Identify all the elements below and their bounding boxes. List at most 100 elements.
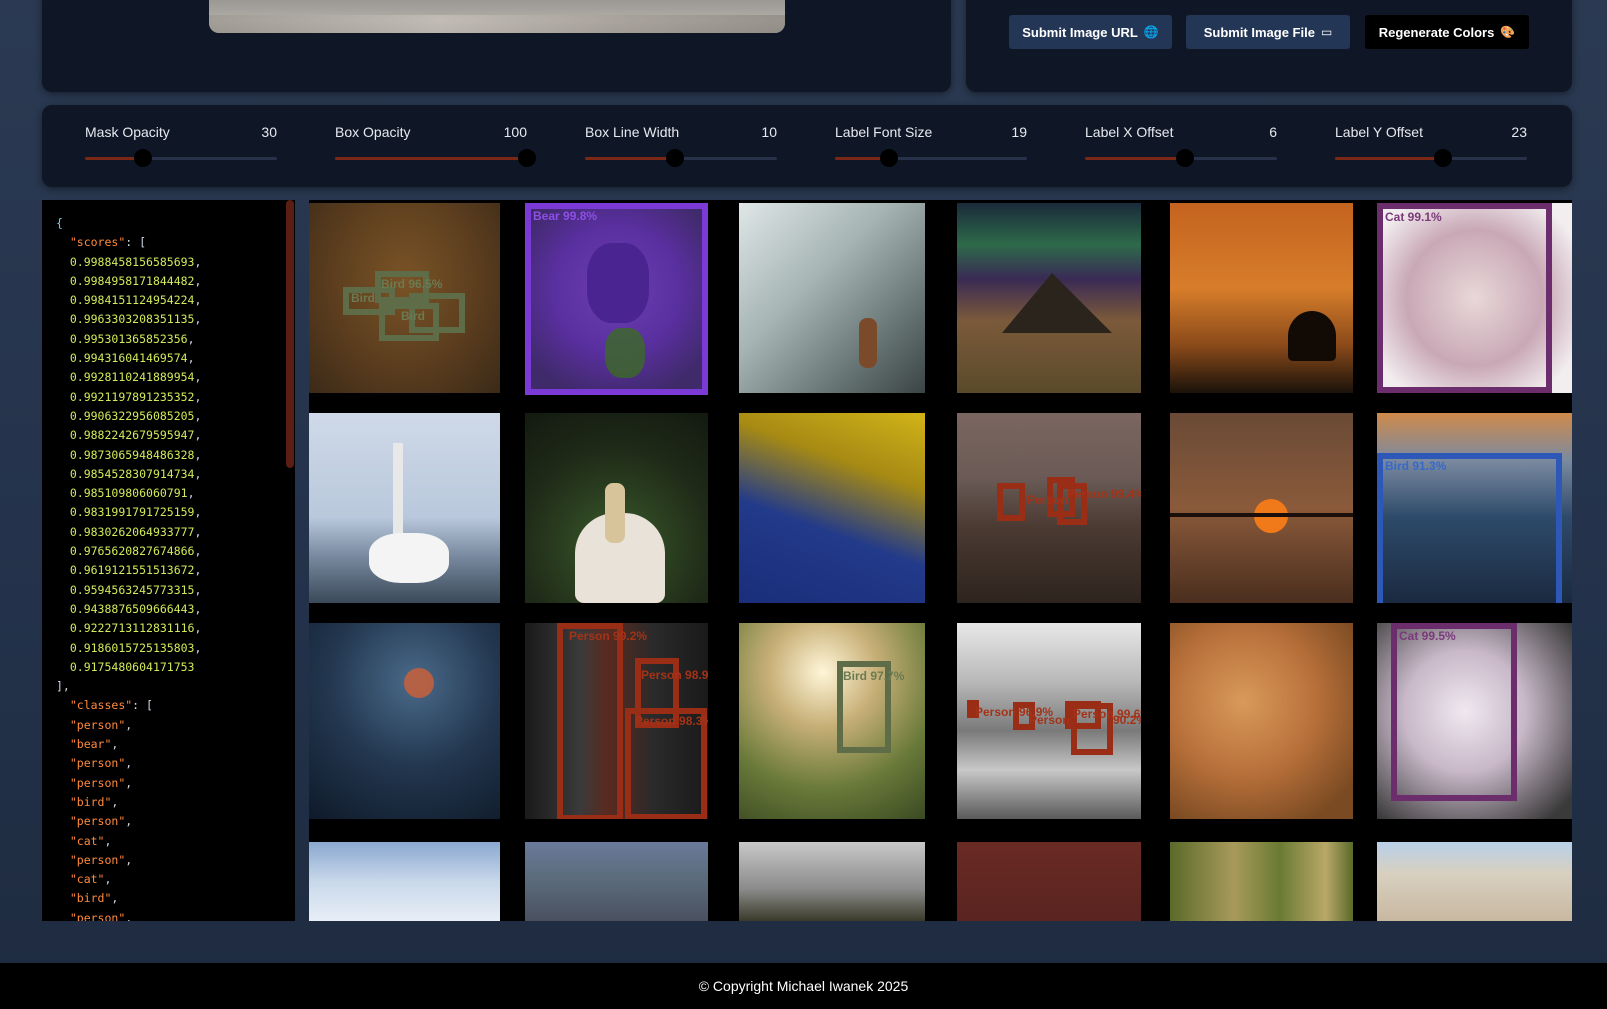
slider-value: 10: [761, 124, 777, 140]
json-scrollbar-thumb[interactable]: [286, 200, 294, 468]
gallery-image-pelican[interactable]: [525, 413, 708, 603]
gallery-image-mountain-town[interactable]: [525, 842, 708, 921]
slider-label: Label Y Offset: [1335, 124, 1423, 140]
slider-thumb[interactable]: [1175, 149, 1194, 167]
json-key: "scores": [69, 235, 126, 250]
json-score-value: 0.9928110241889954,: [69, 370, 202, 385]
json-score-value: 0.9619121551513672,: [69, 563, 202, 578]
json-class-value: "bird",: [69, 794, 119, 809]
gallery-image-bw-beach[interactable]: Person 96.9% Person Person 99.6% 90.2%: [957, 623, 1141, 819]
label-x-offset-slider[interactable]: Label X Offset 6: [1085, 105, 1277, 187]
slider-thumb[interactable]: [133, 149, 152, 167]
submit-image-url-button[interactable]: Submit Image URL 🌐: [1009, 15, 1172, 49]
json-class-value: "cat",: [69, 833, 112, 848]
gallery-image-beach-people[interactable]: Person Person 99.4%: [957, 413, 1141, 603]
mask-opacity-slider[interactable]: Mask Opacity 30: [85, 105, 277, 187]
gallery-image-animals-hill[interactable]: [739, 842, 925, 921]
json-score-value: 0.994316041469574,: [69, 351, 195, 366]
gallery-image-ice-cave[interactable]: [739, 203, 925, 393]
slider-thumb[interactable]: [1433, 149, 1452, 167]
detection-label: Bird 97.7%: [843, 669, 905, 683]
display-settings-card: Mask Opacity 30 Box Opacity 100 Box Line…: [42, 105, 1572, 187]
slider-label: Label Font Size: [835, 124, 933, 140]
detection-label: Cat 99.5%: [1399, 629, 1456, 643]
slider-track[interactable]: [335, 149, 536, 167]
json-score-value: 0.9988458156585693,: [69, 254, 202, 269]
slider-label: Mask Opacity: [85, 124, 170, 140]
detection-label: Person 99.4%: [1067, 487, 1141, 501]
gallery-image-red-lake[interactable]: [957, 842, 1141, 921]
gallery-image-rock-water[interactable]: Bird 91.3%: [1377, 413, 1572, 603]
slider-track[interactable]: [1085, 149, 1277, 167]
gallery-image-fox[interactable]: Cat 99.1%: [1377, 203, 1572, 393]
gallery-image-forest-trees[interactable]: [1170, 842, 1353, 921]
json-score-value: 0.9438876509666443,: [69, 601, 202, 616]
box-line-width-slider[interactable]: Box Line Width 10: [585, 105, 777, 187]
gallery-image-jellyfish[interactable]: [309, 623, 500, 819]
copyright-text: © Copyright Michael Iwanek 2025: [698, 978, 909, 994]
slider-thumb[interactable]: [518, 149, 536, 167]
json-score-value: 0.9830262064933777,: [69, 524, 202, 539]
json-score-value: 0.9963303208351135,: [69, 312, 202, 327]
slider-track[interactable]: [835, 149, 1027, 167]
detection-label: Bird: [401, 309, 425, 323]
gallery-image-rocket-launch[interactable]: [309, 413, 500, 603]
slider-value: 23: [1511, 124, 1527, 140]
json-score-value: 0.9984151124954224,: [69, 293, 202, 308]
gallery-image-yellow-leaves[interactable]: [739, 413, 925, 603]
slider-track[interactable]: [585, 149, 777, 167]
gallery-image-lion-sunset[interactable]: [1170, 203, 1353, 393]
detection-label: Person 99.2%: [569, 629, 648, 643]
json-score-value: 0.9222713112831116,: [69, 621, 202, 636]
slider-thumb[interactable]: [879, 149, 898, 167]
detection-gallery[interactable]: Bird Bird 96.5% Bird Bear 99.8% Cat 99.1…: [309, 200, 1572, 921]
slider-track[interactable]: [85, 149, 277, 167]
slider-label: Box Line Width: [585, 124, 680, 140]
palette-icon: 🎨: [1500, 25, 1516, 39]
gallery-image-birds-field[interactable]: Bird Bird 96.5% Bird: [309, 203, 500, 393]
submit-image-file-button[interactable]: Submit Image File ▭: [1186, 15, 1350, 49]
json-score-value: 0.9854528307914734,: [69, 466, 202, 481]
json-class-value: "person",: [69, 775, 133, 790]
detection-label: Person: [1027, 493, 1068, 507]
json-score-value: 0.9984958171844482,: [69, 273, 202, 288]
json-content: { "scores": [ 0.9988458156585693, 0.9984…: [56, 214, 276, 921]
detection-label: Person: [1029, 713, 1070, 727]
slider-track[interactable]: [1335, 149, 1527, 167]
label-font-size-slider[interactable]: Label Font Size 19: [835, 105, 1027, 187]
gallery-image-bear[interactable]: Bear 99.8%: [525, 203, 708, 395]
json-score-value: 0.9175480604171753: [69, 659, 195, 674]
gallery-image-bridge-sunset[interactable]: [1170, 413, 1353, 603]
json-close-bracket: ],: [56, 679, 70, 694]
detection-label: Bird 96.5%: [381, 277, 443, 291]
gallery-image-women-robes[interactable]: Person 99.2% Person 98.9% Person 98.3%: [525, 623, 708, 819]
gallery-image-clouds-sky[interactable]: [309, 842, 500, 921]
gallery-image-sun-plant[interactable]: Bird 97.7%: [739, 623, 925, 819]
box-opacity-slider[interactable]: Box Opacity 100: [335, 105, 536, 187]
gallery-image-sand-dunes[interactable]: [1377, 842, 1572, 921]
detection-label: Bird: [351, 291, 375, 305]
label-y-offset-slider[interactable]: Label Y Offset 23: [1335, 105, 1527, 187]
image-preview-card: [42, 0, 951, 92]
json-score-value: 0.9921197891235352,: [69, 389, 202, 404]
detection-label: 90.2%: [1113, 713, 1141, 727]
json-score-value: 0.9831991791725159,: [69, 505, 202, 520]
json-scores-list: 0.9988458156585693, 0.9984958171844482, …: [56, 253, 276, 678]
gallery-image-aurora-mountain[interactable]: [957, 203, 1141, 393]
gallery-image-cat[interactable]: Cat 99.5%: [1377, 623, 1572, 819]
json-class-value: "person",: [69, 852, 133, 867]
json-score-value: 0.9594563245773315,: [69, 582, 202, 597]
json-classes-line: "classes": [: [69, 698, 153, 713]
json-class-value: "person",: [69, 814, 133, 829]
regenerate-colors-label: Regenerate Colors: [1378, 24, 1495, 40]
json-score-value: 0.9765620827674866,: [69, 544, 202, 559]
slider-thumb[interactable]: [666, 149, 685, 167]
slider-value: 100: [503, 124, 527, 140]
json-class-value: "bird",: [69, 891, 119, 906]
regenerate-colors-button[interactable]: Regenerate Colors 🎨: [1365, 15, 1529, 49]
json-key: "classes": [69, 698, 133, 713]
slider-value: 30: [261, 124, 277, 140]
gallery-image-desert-aerial[interactable]: [1170, 623, 1353, 819]
json-output-panel[interactable]: { "scores": [ 0.9988458156585693, 0.9984…: [42, 200, 295, 921]
json-classes-list: "person", "bear", "person", "person", "b…: [56, 716, 276, 921]
